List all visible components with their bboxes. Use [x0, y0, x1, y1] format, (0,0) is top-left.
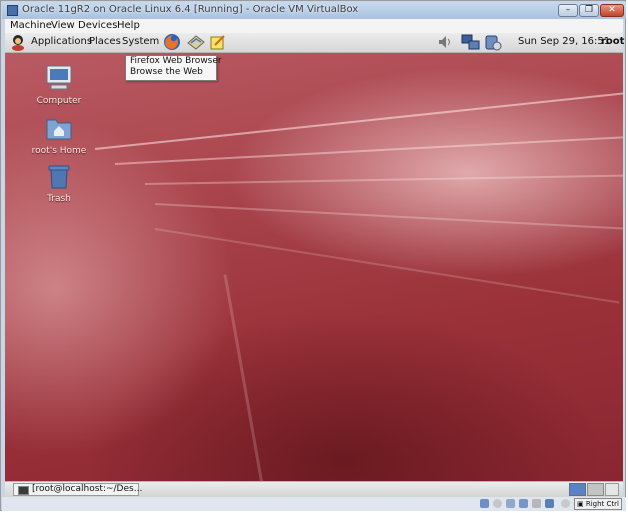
desktop-icon-label: root's Home: [31, 146, 87, 156]
home-folder-icon: [46, 119, 72, 140]
virtualbox-window: Oracle 11gR2 on Oracle Linux 6.4 [Runnin…: [0, 0, 626, 511]
harddisk-icon[interactable]: [480, 499, 489, 508]
close-button[interactable]: ✕: [600, 4, 624, 17]
panel-clock[interactable]: Sun Sep 29, 16:51: [518, 36, 610, 47]
wallpaper-streak: [114, 135, 623, 165]
desktop-icon-label: Computer: [36, 96, 82, 106]
menu-places[interactable]: Places: [89, 36, 121, 47]
taskbar-button-label: [root@localhost:~/Des...: [32, 484, 143, 494]
host-key-indicator[interactable]: ▣ Right Ctrl: [574, 498, 622, 510]
workspace-2[interactable]: [587, 483, 604, 496]
shared-folders-icon[interactable]: [532, 499, 541, 508]
keyboard-icon: ▣: [577, 500, 584, 508]
menu-applications[interactable]: Applications: [31, 36, 92, 47]
mouse-integration-icon[interactable]: [561, 499, 570, 508]
firefox-icon[interactable]: [163, 33, 181, 51]
gnome-bottom-panel: [root@localhost:~/Des...: [5, 481, 623, 498]
cdrom-icon[interactable]: [493, 499, 502, 508]
minimize-button[interactable]: –: [558, 4, 578, 17]
volume-icon[interactable]: [438, 35, 452, 49]
desktop-icon-home[interactable]: root's Home: [19, 115, 99, 156]
desktop-icon-label: Trash: [47, 194, 71, 204]
virtualbox-icon: [7, 5, 18, 16]
notes-icon[interactable]: [210, 34, 226, 50]
update-icon[interactable]: [484, 34, 502, 51]
gnome-top-panel: Applications Places System Sun Sep 29, 1…: [5, 33, 624, 53]
desktop-icon-trash[interactable]: Trash: [19, 163, 99, 204]
mail-icon[interactable]: [187, 34, 205, 50]
wallpaper-streak: [144, 174, 623, 185]
menu-view[interactable]: View: [51, 20, 75, 31]
wallpaper-streak: [154, 203, 623, 230]
network-adapter-icon[interactable]: [519, 499, 528, 508]
workspace-1[interactable]: [569, 483, 586, 496]
wallpaper-streak: [223, 274, 265, 481]
trash-applet-icon[interactable]: [605, 483, 619, 496]
vbox-statusbar: ▣ Right Ctrl: [2, 497, 626, 511]
display-icon[interactable]: [545, 499, 554, 508]
usb-icon[interactable]: [506, 499, 515, 508]
foot-menu-icon[interactable]: [10, 34, 26, 51]
host-key-label: Right Ctrl: [585, 500, 619, 508]
computer-icon: [46, 65, 72, 90]
trash-icon: [48, 165, 70, 189]
tooltip-title: Firefox Web Browser: [130, 56, 222, 66]
desktop-background[interactable]: Computer root's Home Trash: [5, 53, 623, 481]
window-title: Oracle 11gR2 on Oracle Linux 6.4 [Runnin…: [22, 4, 359, 15]
restore-button[interactable]: ❐: [579, 4, 599, 17]
menu-devices[interactable]: Devices: [78, 20, 117, 31]
taskbar-terminal-button[interactable]: [root@localhost:~/Des...: [13, 483, 143, 496]
terminal-icon: [18, 486, 29, 495]
desktop-icon-computer[interactable]: Computer: [19, 65, 99, 106]
menu-system[interactable]: System: [122, 36, 159, 47]
tooltip-description: Browse the Web: [130, 67, 203, 77]
menu-help[interactable]: Help: [117, 20, 140, 31]
menu-machine[interactable]: Machine: [10, 20, 52, 31]
wallpaper-streak: [154, 228, 620, 304]
firefox-tooltip: Firefox Web Browser Browse the Web: [125, 55, 222, 81]
window-titlebar[interactable]: Oracle 11gR2 on Oracle Linux 6.4 [Runnin…: [2, 2, 626, 19]
panel-user[interactable]: root: [601, 36, 624, 47]
vbox-menubar: Machine View Devices Help: [5, 19, 623, 33]
network-icon[interactable]: [461, 34, 481, 51]
